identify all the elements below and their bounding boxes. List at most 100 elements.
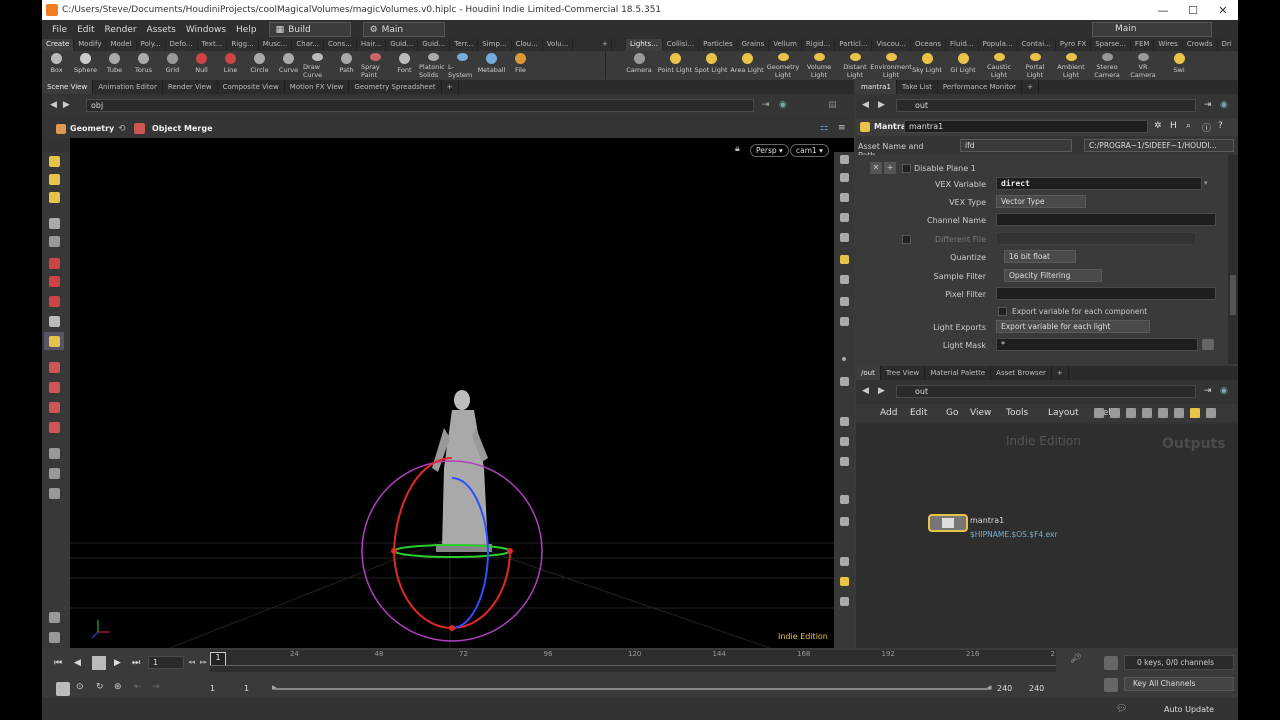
pane-tab[interactable]: Geometry Spreadsheet	[349, 80, 442, 94]
pane-tab[interactable]: mantra1	[856, 80, 897, 94]
shelf-tool[interactable]: Environment Light	[870, 51, 912, 79]
light-exports-dropdown[interactable]: Export variable for each light	[996, 320, 1150, 333]
range-start-icon[interactable]: ⇤	[134, 682, 142, 692]
guide-icon[interactable]	[837, 414, 851, 428]
network-menu-item[interactable]: Tools	[1006, 408, 1028, 418]
shelf-tool[interactable]: Area Light	[729, 51, 765, 79]
shelf-tab[interactable]: Cons...	[324, 39, 357, 51]
shelf-tab[interactable]: Modify	[74, 39, 107, 51]
help-icon[interactable]: ?	[1218, 121, 1223, 131]
shelf-tool[interactable]: Metaball	[477, 51, 506, 79]
quantize-dropdown[interactable]: 16 bit float	[1004, 250, 1076, 263]
pane-tab[interactable]: Performance Monitor	[938, 80, 1023, 94]
transform-tool-icon[interactable]	[44, 312, 64, 330]
light-mask-field[interactable]: *	[996, 338, 1198, 351]
network-menu-item[interactable]: Edit	[910, 408, 927, 418]
info-icon[interactable]	[837, 554, 851, 568]
network-path-field[interactable]: out	[896, 385, 1196, 398]
pane-tab[interactable]: Material Palette	[925, 366, 992, 380]
shelf-tool[interactable]: Swi	[1161, 51, 1197, 79]
shelf-tab[interactable]: Musc...	[259, 39, 293, 51]
search-icon[interactable]: ⌕	[1186, 121, 1191, 131]
shelf-tool[interactable]: Caustic Light	[981, 51, 1017, 79]
shelf-tab[interactable]: Sparse...	[1091, 39, 1131, 51]
shading-icon[interactable]	[837, 294, 851, 308]
prim-number-icon[interactable]	[837, 454, 851, 468]
vertex-number-icon[interactable]	[837, 492, 851, 506]
magnet-icon[interactable]	[44, 398, 64, 416]
shelf-tab[interactable]: Pyro FX	[1056, 39, 1092, 51]
shelf-tool[interactable]: Path	[332, 51, 361, 79]
key-all-dropdown[interactable]: Key All Channels	[1124, 677, 1234, 691]
vex-type-dropdown[interactable]: Vector Type	[996, 195, 1086, 208]
lock-icon[interactable]	[837, 190, 851, 204]
shelf-tool[interactable]: L-System	[448, 51, 477, 79]
context-label[interactable]: Geometry	[70, 124, 114, 133]
background-icon[interactable]	[837, 514, 851, 528]
shelf-tab[interactable]: Particles	[699, 39, 738, 51]
brush-icon[interactable]	[44, 444, 64, 462]
end-frame[interactable]: 240	[1029, 684, 1044, 693]
range-end[interactable]: 240	[997, 684, 1012, 693]
range-end-handle[interactable]: ◂	[987, 683, 992, 693]
menu-help[interactable]: Help	[236, 25, 257, 35]
shelf-tool[interactable]: File	[506, 51, 535, 79]
step-back-icon[interactable]: ◂◂	[188, 658, 195, 666]
pane-tab[interactable]: Take List	[897, 80, 938, 94]
pin-icon[interactable]: ⇥	[1204, 386, 1212, 396]
select-prims-icon[interactable]	[44, 188, 64, 206]
grid-icon[interactable]	[1126, 408, 1136, 418]
pane-tab[interactable]: Motion FX View	[285, 80, 350, 94]
sample-filter-dropdown[interactable]: Opacity Filtering	[1004, 269, 1102, 282]
shelf-tool[interactable]: Curve	[274, 51, 303, 79]
help-h-icon[interactable]: H	[1170, 121, 1177, 131]
light-bulb-icon[interactable]	[837, 252, 851, 266]
vex-variable-field[interactable]: direct	[996, 177, 1202, 190]
shelf-tab[interactable]: Model	[106, 39, 137, 51]
shelf-tool[interactable]: Spot Light	[693, 51, 729, 79]
grid-display-icon[interactable]	[837, 574, 851, 588]
shelf-tab[interactable]: Create	[42, 39, 75, 51]
close-button[interactable]: ✕	[1208, 0, 1238, 20]
vex-variable-menu-icon[interactable]: ▾	[1204, 179, 1208, 187]
global-anim-icon[interactable]: ⊛	[114, 682, 122, 692]
shelf-tab[interactable]: Guid...	[418, 39, 451, 51]
shelf-tab[interactable]: Defo...	[166, 39, 198, 51]
shelf-tab[interactable]: Particl...	[835, 39, 873, 51]
shelf-tab[interactable]: Volu...	[543, 39, 574, 51]
shelf-tool[interactable]: Volume Light	[801, 51, 837, 79]
pane-tab[interactable]: /out	[856, 366, 881, 380]
shelf-tab[interactable]: Lights...	[626, 39, 663, 51]
shelf-tool[interactable]: GI Light	[945, 51, 981, 79]
menu-assets[interactable]: Assets	[147, 25, 176, 35]
shelf-tool[interactable]: Circle	[245, 51, 274, 79]
shelf-tool[interactable]: Tube	[100, 51, 129, 79]
shelf-tool[interactable]: Box	[42, 51, 71, 79]
shelf-tab[interactable]: Rigid...	[802, 39, 836, 51]
shelf-tool[interactable]: Portal Light	[1017, 51, 1053, 79]
network-menu-item[interactable]: Go	[946, 408, 958, 418]
camera-tool-icon[interactable]	[44, 628, 64, 646]
shelf-tool[interactable]: Camera	[621, 51, 657, 79]
shelf-tool[interactable]: Geometry Light	[765, 51, 801, 79]
jump-end-icon[interactable]: ⏭	[132, 658, 140, 668]
maximize-button[interactable]: ☐	[1178, 0, 1208, 20]
scale-tool-icon[interactable]	[44, 292, 64, 310]
select-tool-icon[interactable]	[44, 152, 64, 170]
view-tool-icon[interactable]	[44, 358, 64, 376]
range-end-icon[interactable]: ⇥	[152, 682, 160, 692]
view-menu-icon[interactable]: ≡	[838, 123, 846, 133]
minimize-button[interactable]: —	[1148, 0, 1178, 20]
pane-tab[interactable]: Render View	[163, 80, 218, 94]
left-path-field[interactable]: obj	[86, 99, 754, 112]
texture-icon[interactable]	[837, 314, 851, 328]
shelf-tool[interactable]: VR Camera	[1125, 51, 1161, 79]
shelf-tool[interactable]: Torus	[129, 51, 158, 79]
mantra-node[interactable]	[928, 514, 968, 532]
shelf-tool[interactable]: Sphere	[71, 51, 100, 79]
shelf-tab[interactable]: Rigg...	[227, 39, 259, 51]
shelf-tab[interactable]: Hair...	[357, 39, 387, 51]
shelf-tool[interactable]: Draw Curve	[303, 51, 332, 79]
play-icon[interactable]: ▶	[114, 658, 121, 668]
pane-tab[interactable]: Scene View	[42, 80, 94, 94]
